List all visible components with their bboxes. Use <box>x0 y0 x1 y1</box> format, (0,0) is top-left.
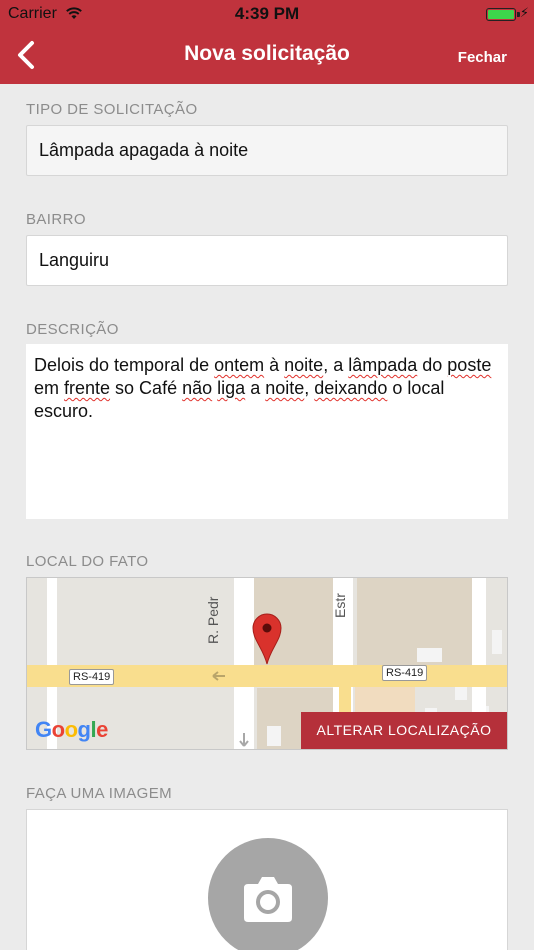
page-title: Nova solicitação <box>184 42 350 65</box>
clock: 4:39 PM <box>234 4 300 23</box>
photo-upload-area[interactable] <box>26 809 508 950</box>
close-button[interactable]: Fechar <box>458 49 507 66</box>
type-field[interactable]: Lâmpada apagada à noite <box>26 125 508 176</box>
charging-icon: ⚡ <box>519 5 529 20</box>
location-label: LOCAL DO FATO <box>26 553 149 570</box>
street-label-2: Estr <box>332 593 348 618</box>
road-label-left: RS-419 <box>69 669 115 685</box>
description-textarea[interactable]: Delois do temporal de ontem à noite, a l… <box>26 344 508 519</box>
street-label-1: R. Pedr <box>205 596 221 644</box>
type-label: TIPO DE SOLICITAÇÃO <box>26 101 198 118</box>
district-label: BAIRRO <box>26 211 86 228</box>
google-logo: Google <box>35 717 108 742</box>
camera-icon <box>244 877 292 922</box>
status-bar: Carrier 4:39 PM ⚡ <box>0 0 534 28</box>
description-label: DESCRIÇÃO <box>26 321 119 338</box>
change-location-button[interactable]: ALTERAR LOCALIZAÇÃO <box>301 712 507 749</box>
location-map[interactable]: RS-419 RS-419 R. Pedr Estr Google ALTERA… <box>26 577 508 750</box>
district-field[interactable]: Languiru <box>26 235 508 286</box>
battery-icon <box>486 8 516 21</box>
image-label: FAÇA UMA IMAGEM <box>26 785 173 802</box>
road-label-right: RS-419 <box>382 665 428 681</box>
navigation-bar: Nova solicitação Fechar <box>0 28 534 84</box>
camera-button[interactable] <box>208 838 328 950</box>
